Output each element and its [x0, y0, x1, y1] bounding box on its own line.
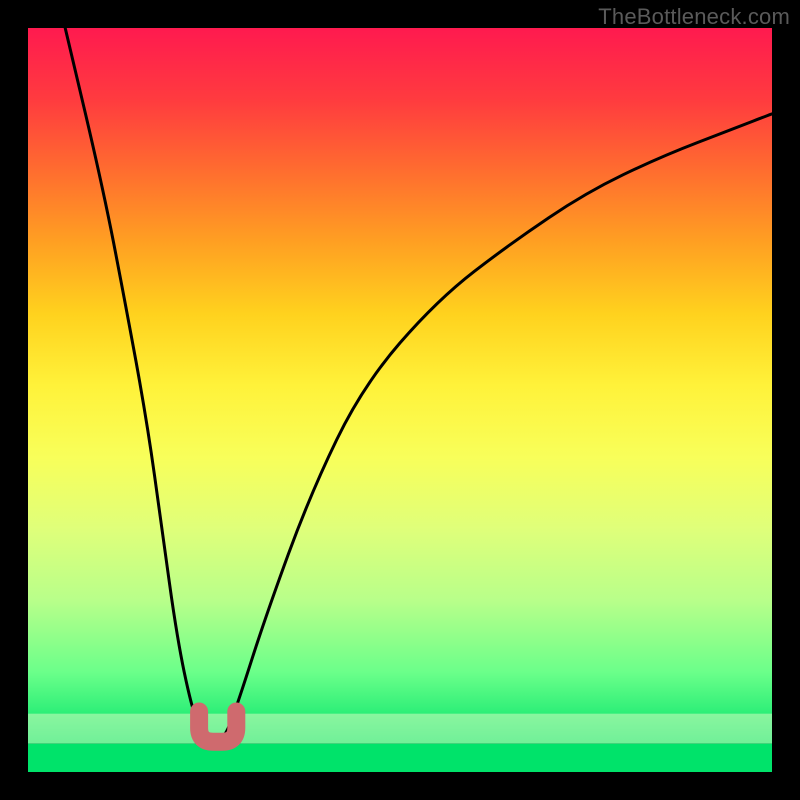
green-baseline-band: [28, 744, 772, 772]
pale-band: [28, 714, 772, 744]
bottleneck-chart: [0, 0, 800, 800]
chart-frame: TheBottleneck.com: [0, 0, 800, 800]
